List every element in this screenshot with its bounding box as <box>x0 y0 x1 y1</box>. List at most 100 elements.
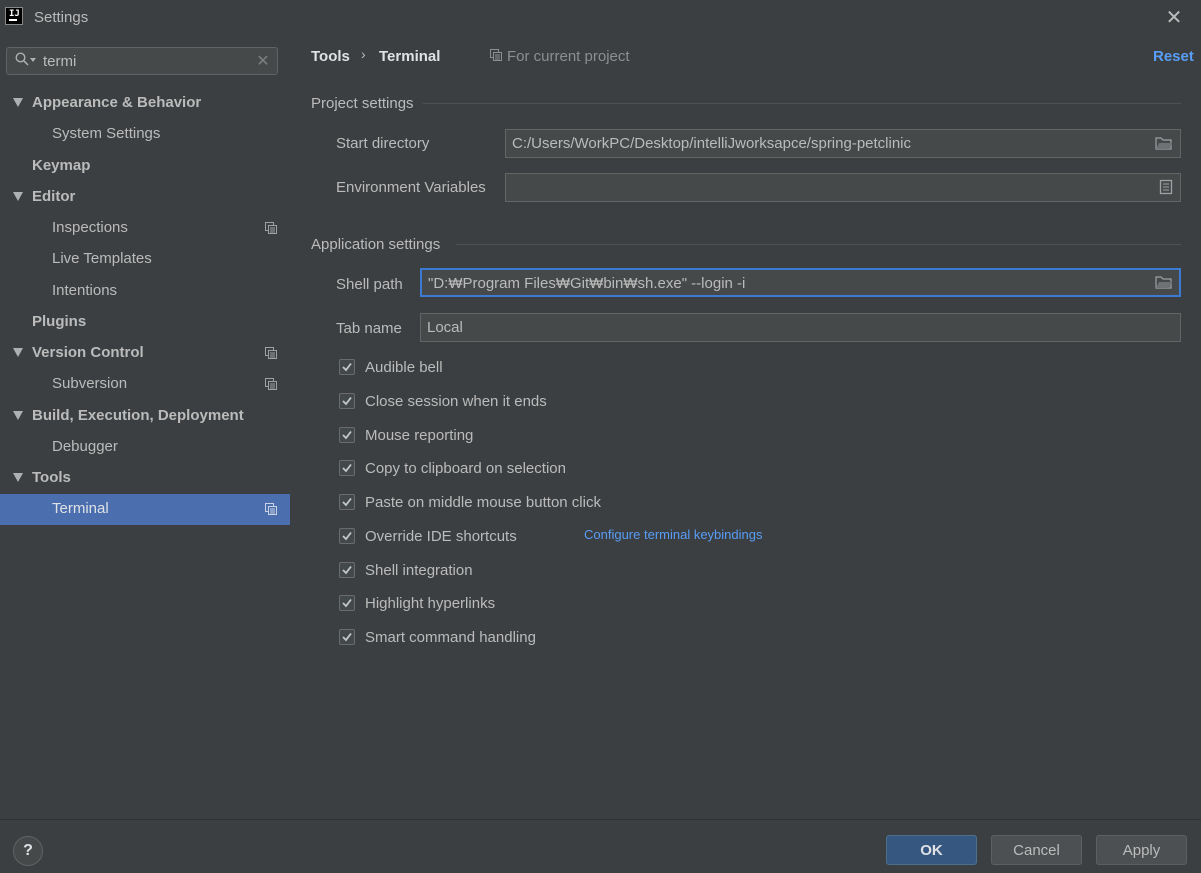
search-icon <box>15 52 29 66</box>
reset-link[interactable]: Reset <box>1153 48 1194 65</box>
tab-name-field[interactable] <box>420 313 1181 342</box>
sidebar-item-label: Plugins <box>32 313 87 330</box>
checkbox-label: Audible bell <box>365 359 443 376</box>
project-settings-title: Project settings <box>311 95 414 112</box>
checkmark-icon <box>342 463 352 473</box>
help-button[interactable]: ? <box>13 836 43 866</box>
folder-icon[interactable] <box>1155 135 1173 151</box>
expand-arrow-icon[interactable] <box>13 192 23 201</box>
shell-path-label: Shell path <box>336 276 403 293</box>
section-divider <box>423 103 1181 104</box>
window-title: Settings <box>34 9 89 26</box>
project-scope-icon <box>265 378 277 390</box>
checkbox-copy-to-clipboard-on-selection[interactable] <box>339 460 355 476</box>
folder-icon[interactable] <box>1155 274 1173 290</box>
sidebar-item-label: Inspections <box>52 219 128 236</box>
checkmark-icon <box>342 531 352 541</box>
sidebar-item-label: Build, Execution, Deployment <box>32 407 244 424</box>
expand-arrow-icon[interactable] <box>13 473 23 482</box>
dialog-footer: ? OK Cancel Apply <box>0 819 1201 873</box>
checkbox-label: Smart command handling <box>365 629 536 646</box>
sidebar-item-version-control[interactable]: Version Control <box>0 338 290 369</box>
checkbox-mouse-reporting[interactable] <box>339 427 355 443</box>
start-directory-field[interactable] <box>505 129 1181 158</box>
sidebar-item-label: Version Control <box>32 344 144 361</box>
close-icon[interactable]: ✕ <box>1165 7 1183 27</box>
application-settings-title: Application settings <box>311 236 441 253</box>
environment-variables-field[interactable] <box>505 173 1181 202</box>
environment-variables-label: Environment Variables <box>336 179 486 196</box>
checkbox-smart-command-handling[interactable] <box>339 629 355 645</box>
sidebar-item-label: Appearance & Behavior <box>32 94 202 111</box>
sidebar-item-label: Keymap <box>32 157 91 174</box>
breadcrumb-tools[interactable]: Tools <box>311 48 350 65</box>
sidebar-item-label: Tools <box>32 469 71 486</box>
scope-label: For current project <box>507 48 630 65</box>
sidebar-item-subversion[interactable]: Subversion <box>0 369 290 400</box>
sidebar-item-live-templates[interactable]: Live Templates <box>0 244 290 275</box>
sidebar-item-terminal[interactable]: Terminal <box>0 494 290 525</box>
checkbox-shell-integration[interactable] <box>339 562 355 578</box>
sidebar-item-label: Terminal <box>52 500 109 517</box>
breadcrumb-separator: › <box>361 46 366 62</box>
tab-name-input[interactable] <box>427 317 1167 337</box>
breadcrumb-terminal: Terminal <box>379 48 441 65</box>
checkmark-icon <box>342 632 352 642</box>
search-dropdown-icon[interactable] <box>30 58 36 62</box>
sidebar-item-tools[interactable]: Tools <box>0 463 290 494</box>
project-scope-icon <box>490 49 502 61</box>
sidebar-item-label: Intentions <box>52 282 118 299</box>
shell-path-input[interactable] <box>428 273 1143 293</box>
sidebar-item-inspections[interactable]: Inspections <box>0 213 290 244</box>
intellij-app-icon: IJ <box>5 7 23 25</box>
tab-name-label: Tab name <box>336 320 402 337</box>
checkmark-icon <box>342 565 352 575</box>
checkbox-close-session-when-it-ends[interactable] <box>339 393 355 409</box>
sidebar-item-intentions[interactable]: Intentions <box>0 276 290 307</box>
project-scope-icon <box>265 222 277 234</box>
sidebar-item-build-execution-deployment[interactable]: Build, Execution, Deployment <box>0 401 290 432</box>
sidebar-item-debugger[interactable]: Debugger <box>0 432 290 463</box>
sidebar-item-appearance-behavior[interactable]: Appearance & Behavior <box>0 88 290 119</box>
ok-button[interactable]: OK <box>886 835 977 865</box>
checkbox-label: Highlight hyperlinks <box>365 595 496 612</box>
start-directory-input[interactable] <box>512 133 1142 153</box>
apply-button[interactable]: Apply <box>1096 835 1187 865</box>
checkbox-override-ide-shortcuts[interactable] <box>339 528 355 544</box>
checkbox-paste-on-middle-mouse-button-click[interactable] <box>339 494 355 510</box>
sidebar-item-editor[interactable]: Editor <box>0 182 290 213</box>
section-divider <box>456 244 1181 245</box>
project-scope-icon <box>265 503 277 515</box>
sidebar-item-label: Live Templates <box>52 250 152 267</box>
terminal-settings-panel: Tools › Terminal For current project Res… <box>290 36 1201 819</box>
checkbox-label: Close session when it ends <box>365 393 547 410</box>
start-directory-label: Start directory <box>336 135 430 152</box>
environment-variables-input[interactable] <box>512 177 1142 197</box>
checkbox-highlight-hyperlinks[interactable] <box>339 595 355 611</box>
sidebar-item-label: System Settings <box>52 125 161 142</box>
sidebar-item-system-settings[interactable]: System Settings <box>0 119 290 150</box>
checkmark-icon <box>342 430 352 440</box>
shell-path-field[interactable] <box>420 268 1181 297</box>
expand-arrow-icon[interactable] <box>13 411 23 420</box>
checkmark-icon <box>342 362 352 372</box>
clear-search-icon[interactable]: ✕ <box>255 51 271 71</box>
expand-arrow-icon[interactable] <box>13 348 23 357</box>
sidebar-item-label: Subversion <box>52 375 128 392</box>
checkbox-label: Paste on middle mouse button click <box>365 494 601 511</box>
settings-sidebar: ✕ Appearance & Behavior System Settings … <box>0 36 290 819</box>
settings-search[interactable]: ✕ <box>6 47 278 75</box>
expand-arrow-icon[interactable] <box>13 98 23 107</box>
sidebar-item-keymap[interactable]: Keymap <box>0 151 290 182</box>
sidebar-item-plugins[interactable]: Plugins <box>0 307 290 338</box>
configure-keybindings-link[interactable]: Configure terminal keybindings <box>584 527 762 542</box>
project-scope-icon <box>265 347 277 359</box>
checkbox-label: Mouse reporting <box>365 427 474 444</box>
browse-document-icon[interactable] <box>1157 179 1175 195</box>
checkmark-icon <box>342 497 352 507</box>
checkbox-audible-bell[interactable] <box>339 359 355 375</box>
cancel-button[interactable]: Cancel <box>991 835 1082 865</box>
checkbox-label: Shell integration <box>365 562 473 579</box>
search-input[interactable] <box>43 50 243 72</box>
checkmark-icon <box>342 598 352 608</box>
